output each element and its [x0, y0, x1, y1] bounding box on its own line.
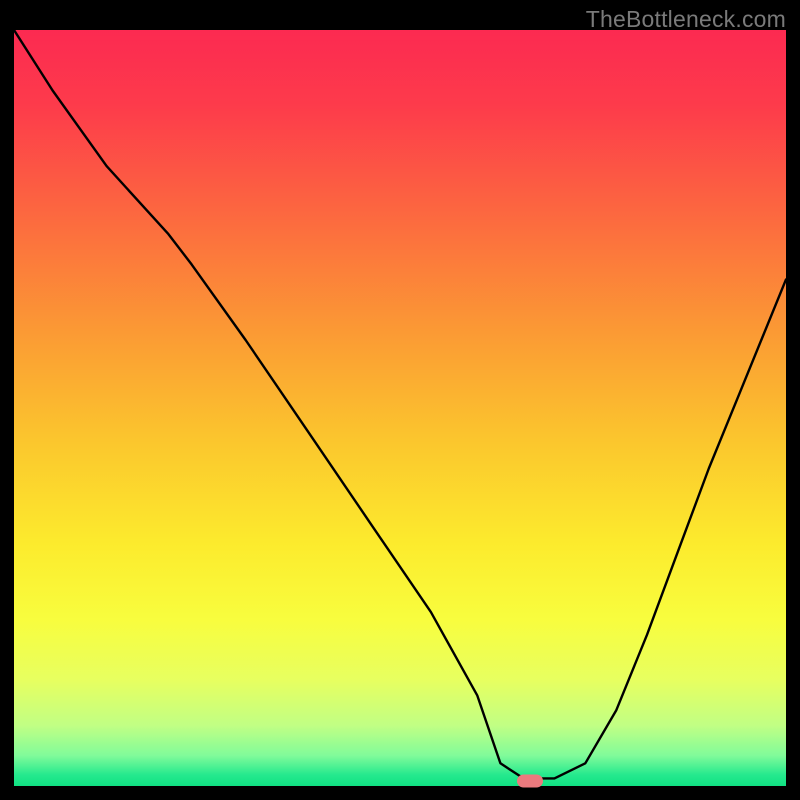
bottleneck-chart	[14, 30, 786, 786]
optimal-point-marker	[517, 775, 543, 788]
chart-frame	[14, 30, 786, 786]
watermark-text: TheBottleneck.com	[586, 6, 786, 33]
chart-background	[14, 30, 786, 786]
